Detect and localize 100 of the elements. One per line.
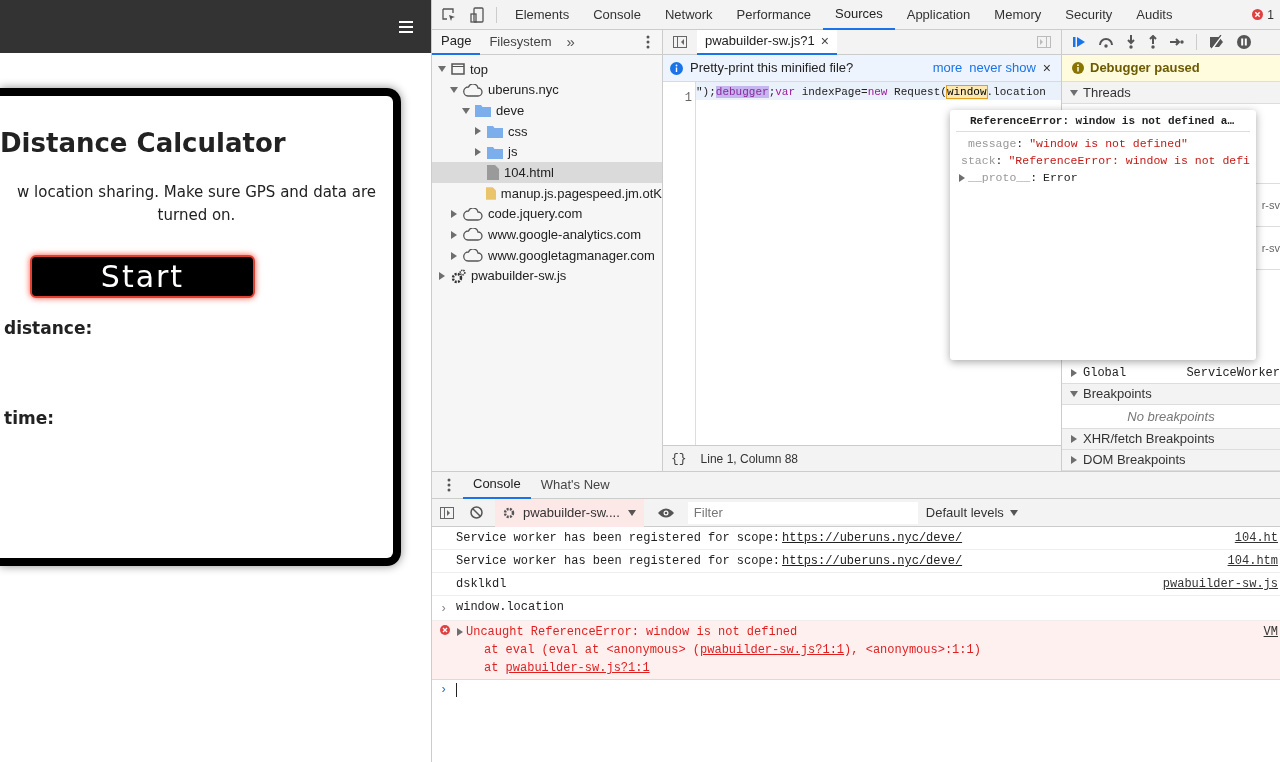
scope-value: ServiceWorker (1186, 364, 1280, 382)
source-link[interactable]: VM (1255, 623, 1278, 677)
sidebar-toggle-icon[interactable] (440, 506, 454, 519)
scope-name: Global (1083, 364, 1128, 382)
navigator-tab[interactable]: Filesystem (480, 29, 561, 55)
deactivate-breakpoints-icon[interactable] (1209, 35, 1225, 49)
tree-item[interactable]: top (432, 59, 662, 80)
separator: : (1030, 169, 1038, 186)
navigator-tab[interactable]: Page (432, 29, 481, 55)
collapsed-arrow-icon[interactable] (438, 272, 446, 281)
file-icon (485, 185, 496, 201)
thread-source: r-sv (1261, 197, 1280, 213)
drawer-tab[interactable]: What's New (530, 471, 620, 499)
expanded-arrow-icon[interactable] (462, 106, 470, 115)
message-text: Service worker has been registered for scope: (456, 530, 781, 547)
sidebar-toggle-icon[interactable] (1037, 36, 1051, 48)
collapsed-arrow-icon[interactable] (958, 173, 966, 182)
eye-icon[interactable] (657, 507, 674, 518)
source-link[interactable]: pwabuilder-sw.js?1:1 (505, 661, 650, 675)
step-out-icon[interactable] (1148, 35, 1158, 49)
sidebar-toggle-icon[interactable] (673, 36, 687, 48)
expanded-arrow-icon[interactable] (1070, 88, 1078, 97)
infobar-link[interactable]: never show (969, 58, 1036, 78)
collapsed-arrow-icon[interactable] (1070, 368, 1078, 377)
collapsed-arrow-icon[interactable] (1070, 456, 1078, 464)
scope-link[interactable]: https://uberuns.nyc/deve/ (782, 529, 963, 547)
tree-item[interactable]: pwabuilder-sw.js (432, 265, 662, 287)
panel-tab[interactable]: Console (581, 0, 653, 30)
pause-icon[interactable] (1237, 35, 1251, 49)
tree-item[interactable]: www.google-analytics.com (432, 224, 662, 246)
cloud-icon (463, 228, 483, 242)
levels-dropdown[interactable]: Default levels (925, 502, 1018, 523)
tree-item[interactable]: css (432, 121, 662, 142)
menu-icon[interactable] (399, 20, 413, 33)
property-value: Error (1043, 169, 1078, 186)
panel-tab[interactable]: Security (1053, 0, 1125, 30)
cloud-icon (463, 83, 483, 97)
section-header[interactable]: XHR/fetch Breakpoints (1062, 429, 1280, 450)
close-icon[interactable]: × (820, 30, 830, 52)
scope-link[interactable]: https://uberuns.nyc/deve/ (782, 552, 963, 570)
info-icon (670, 61, 683, 75)
tree-item[interactable]: uberuns.nyc (432, 79, 662, 101)
collapsed-arrow-icon[interactable] (474, 127, 482, 136)
step-into-icon[interactable] (1126, 35, 1136, 49)
panel-tab[interactable]: Application (894, 0, 983, 30)
tree-item[interactable]: code.jquery.com (432, 203, 662, 225)
page-title: Distance Calculator (0, 127, 287, 160)
caret-icon (1009, 509, 1018, 516)
resume-icon[interactable] (1072, 35, 1086, 49)
more-tabs-button[interactable]: » (560, 30, 581, 54)
clear-icon[interactable] (470, 506, 483, 519)
panel-tab[interactable]: Elements (503, 0, 582, 30)
collapsed-arrow-icon[interactable] (1070, 435, 1078, 443)
source-link[interactable]: 104.ht (1226, 529, 1278, 547)
property-value: "ReferenceError: window is not defi (1008, 152, 1250, 169)
frame-icon (451, 63, 465, 76)
collapsed-arrow-icon[interactable] (474, 148, 482, 157)
collapsed-arrow-icon[interactable] (450, 230, 458, 239)
property-name: message (968, 135, 1017, 152)
panel-tab[interactable]: Network (652, 0, 725, 30)
panel-tab[interactable]: Memory (982, 0, 1054, 30)
source-link[interactable]: pwabuilder-sw.js (1154, 575, 1278, 593)
device-icon[interactable] (470, 6, 484, 23)
source-link[interactable]: pwabuilder-sw.js?1:1 (700, 643, 845, 657)
step-over-icon[interactable] (1098, 36, 1114, 48)
start-button[interactable]: Start (30, 255, 255, 298)
property-value: "window is not defined" (1029, 135, 1188, 152)
section-header[interactable]: DOM Breakpoints (1062, 450, 1280, 471)
popover-title: ReferenceError: window is not defined a… (956, 113, 1250, 132)
infobar-link[interactable]: more (932, 58, 963, 78)
error-count[interactable]: 1 (1252, 5, 1274, 24)
expanded-arrow-icon[interactable] (1070, 390, 1078, 398)
inspect-icon[interactable] (442, 7, 456, 22)
collapsed-arrow-icon[interactable] (456, 628, 464, 636)
close-icon[interactable]: × (1042, 57, 1051, 79)
collapsed-arrow-icon[interactable] (450, 210, 458, 219)
context-selector[interactable]: pwabuilder-sw.... (495, 498, 644, 527)
section-header[interactable]: Threads (1062, 82, 1280, 104)
separator: : (995, 152, 1003, 169)
tree-item[interactable]: js (432, 141, 662, 163)
cloud-icon (463, 207, 483, 221)
editor-tab[interactable]: pwabuilder-sw.js?1 × (697, 29, 838, 55)
section-header[interactable]: Breakpoints (1062, 384, 1280, 405)
tree-item[interactable]: manup.js.pagespeed.jm.otK (432, 183, 662, 204)
source-link[interactable]: 104.htm (1219, 552, 1278, 570)
more-options-icon[interactable] (646, 35, 650, 49)
tree-item[interactable]: www.googletagmanager.com (432, 245, 662, 266)
collapsed-arrow-icon[interactable] (450, 251, 458, 260)
caret-icon (627, 509, 636, 516)
cloud-icon (463, 249, 483, 263)
expanded-arrow-icon[interactable] (450, 86, 458, 95)
tree-item[interactable]: deve (432, 100, 662, 122)
panel-tab[interactable]: Audits (1124, 0, 1185, 30)
pretty-print-button[interactable]: {} (671, 448, 687, 469)
more-options-icon[interactable] (447, 478, 451, 492)
expanded-arrow-icon[interactable] (438, 65, 446, 74)
infobar-text: Pretty-print this minified file? (690, 59, 854, 78)
step-icon[interactable] (1170, 37, 1184, 47)
panel-tab[interactable]: Performance (724, 0, 823, 30)
tree-item[interactable]: 104.html (432, 162, 662, 184)
